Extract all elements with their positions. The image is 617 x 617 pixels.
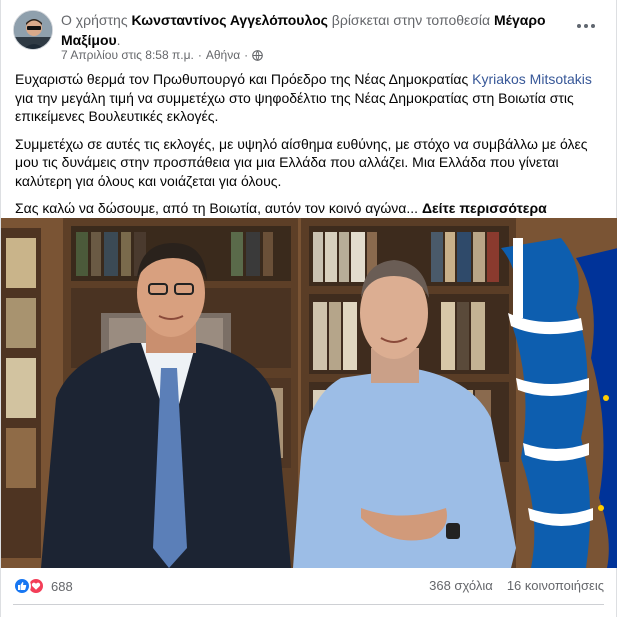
post-card: Ο χρήστης Κωνσταντίνος Αγγελόπουλος βρίσ… — [0, 0, 617, 617]
paragraph-1: Ευχαριστώ θερμά τον Πρωθυπουργό και Πρόε… — [15, 70, 605, 126]
location-suffix: . — [116, 32, 121, 48]
like-reaction-icon — [13, 577, 31, 595]
location-text: βρίσκεται στην τοποθεσία — [327, 12, 495, 28]
post-message: Ευχαριστώ θερμά τον Πρωθυπουργό και Πρόε… — [15, 70, 605, 227]
more-options-icon[interactable] — [574, 16, 598, 36]
post-place[interactable]: Αθήνα — [206, 48, 240, 62]
paragraph-2: Συμμετέχω σε αυτές τις εκλογές, με υψηλό… — [15, 135, 588, 189]
reactions-summary[interactable]: 688 — [13, 577, 73, 595]
paragraph-3: Σας καλώ να δώσουμε, από τη Βοιωτία, αυτ… — [15, 199, 605, 218]
globe-icon — [252, 49, 263, 61]
mention-link[interactable]: Kyriakos Mitsotakis — [472, 71, 592, 87]
comments-count[interactable]: 368 σχόλια — [429, 578, 493, 593]
meta-separator-2: · — [244, 48, 249, 62]
header-prefix: Ο χρήστης — [61, 12, 132, 28]
author-name[interactable]: Κωνσταντίνος Αγγελόπουλος — [131, 12, 327, 28]
shares-count[interactable]: 16 κοινοποιήσεις — [507, 578, 604, 593]
post-meta: 7 Απριλίου στις 8:58 π.μ. · Αθήνα · — [61, 48, 263, 62]
footer-divider — [13, 604, 604, 605]
see-more-link[interactable]: Δείτε περισσότερα — [422, 200, 547, 216]
post-header: Ο χρήστης Κωνσταντίνος Αγγελόπουλος βρίσ… — [13, 10, 604, 66]
paragraph-1-start: Ευχαριστώ θερμά τον Πρωθυπουργό και Πρόε… — [15, 71, 473, 87]
post-photo[interactable] — [1, 218, 617, 568]
reaction-count: 688 — [51, 578, 73, 594]
post-header-text: Ο χρήστης Κωνσταντίνος Αγγελόπουλος βρίσ… — [61, 10, 568, 50]
paragraph-1-end: για την μεγάλη τιμή να συμμετέχω στο ψηφ… — [15, 89, 574, 125]
meta-separator: · — [197, 48, 202, 62]
author-avatar[interactable] — [13, 10, 53, 50]
post-footer: 688 368 σχόλια 16 κοινοποιήσεις — [13, 575, 604, 599]
paragraph-3-text: Σας καλώ να δώσουμε, από τη Βοιωτία, αυτ… — [15, 200, 422, 216]
engagement-stats: 368 σχόλια 16 κοινοποιήσεις — [429, 578, 604, 593]
post-timestamp[interactable]: 7 Απριλίου στις 8:58 π.μ. — [61, 48, 194, 62]
